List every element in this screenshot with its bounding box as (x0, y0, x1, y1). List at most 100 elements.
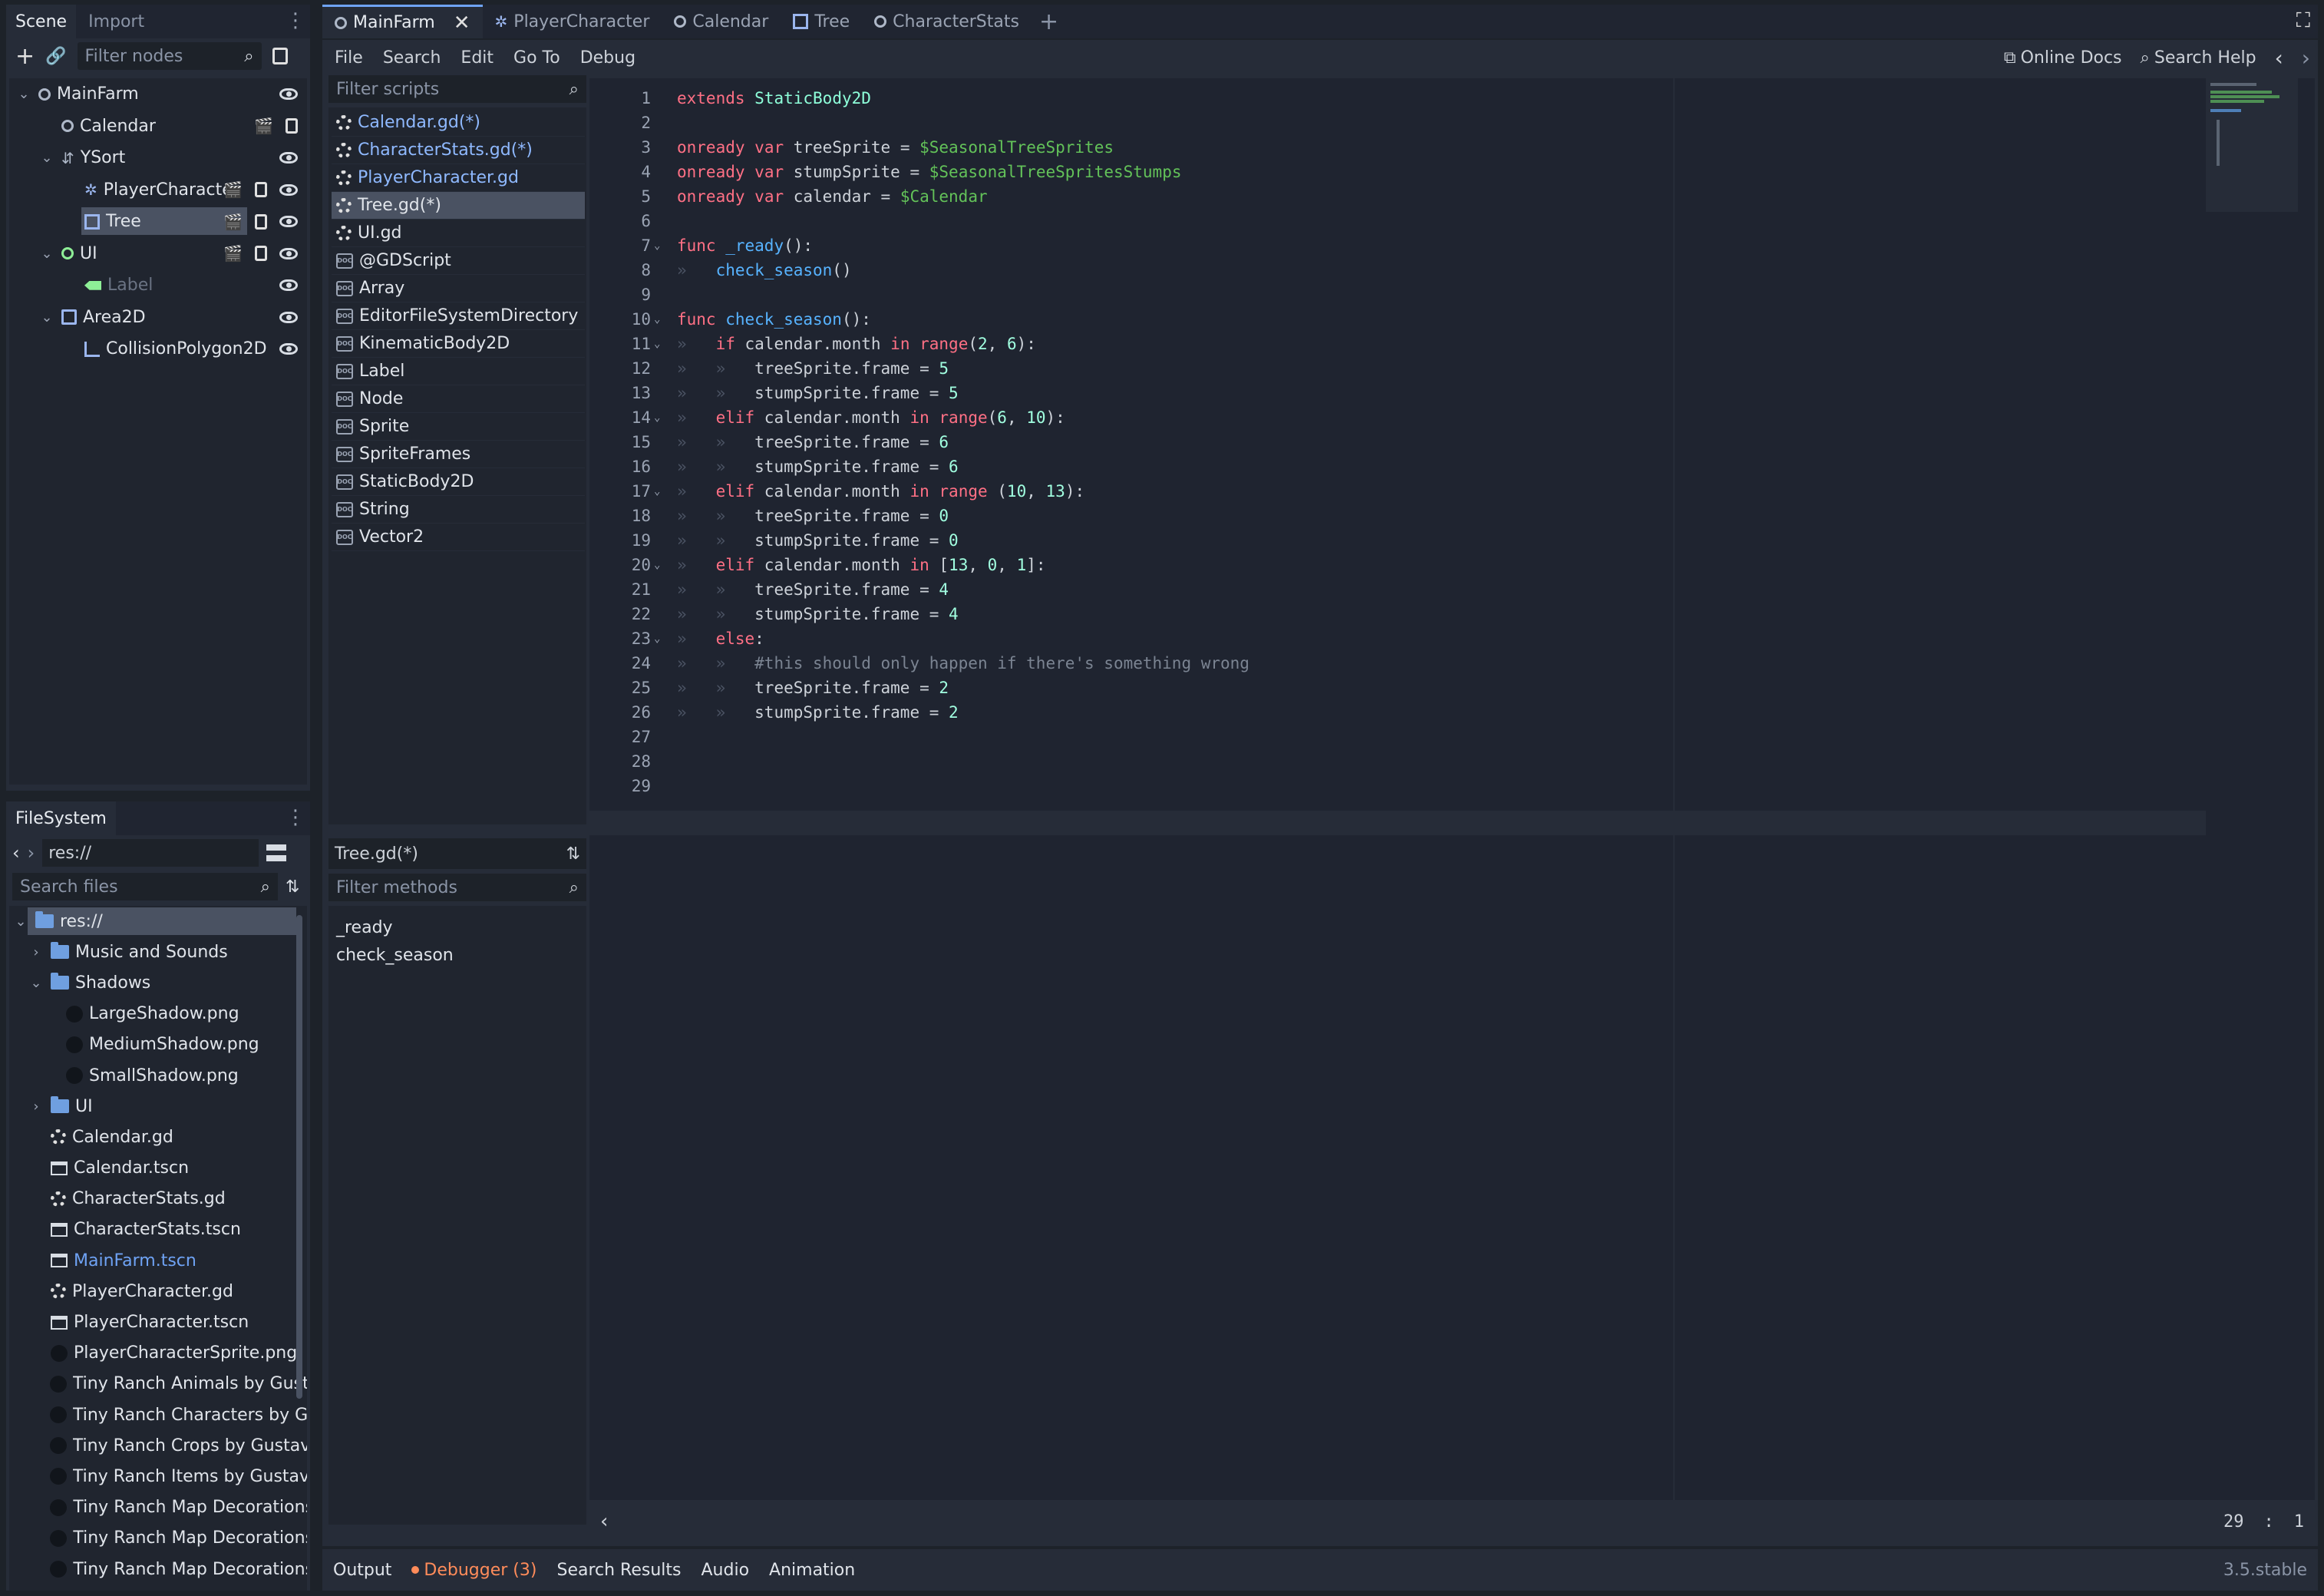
close-icon[interactable]: ✕ (454, 12, 470, 35)
visibility-eye-icon[interactable] (279, 152, 298, 164)
open-scene-icon[interactable]: 🎬 (223, 213, 243, 231)
tab-import[interactable]: Import (76, 5, 157, 38)
open-scene-icon[interactable]: 🎬 (254, 117, 273, 135)
expand-toggle-icon[interactable]: ⌄ (38, 150, 55, 166)
fold-arrow-icon[interactable]: ⌄ (651, 338, 677, 350)
menu-item[interactable]: Go To (513, 48, 560, 68)
open-scene-icon[interactable]: 🎬 (223, 180, 243, 199)
visibility-eye-icon[interactable] (279, 183, 298, 196)
file-tree-row[interactable]: ⌄ Shadows (9, 967, 307, 998)
file-tree-row[interactable]: › UI (9, 1091, 307, 1122)
file-tree-row[interactable]: Tiny Ranch Map Decorations (9, 1554, 307, 1584)
script-list-item[interactable]: DOC SpriteFrames (332, 441, 585, 468)
prev-script-icon[interactable]: ‹ (2275, 45, 2283, 71)
expand-toggle-icon[interactable]: ⌄ (15, 86, 32, 102)
fold-arrow-icon[interactable]: ⌄ (651, 411, 677, 424)
fold-arrow-icon[interactable]: ⌄ (651, 313, 677, 325)
file-tree-row[interactable]: › Music and Sounds (9, 937, 307, 967)
script-list-item[interactable]: DOC StaticBody2D (332, 468, 585, 496)
scene-tree-row[interactable]: ⌄ Area2D (9, 302, 307, 334)
visibility-eye-icon[interactable] (279, 343, 298, 355)
visibility-eye-icon[interactable] (279, 279, 298, 292)
expand-toggle-icon[interactable]: ⌄ (38, 309, 55, 325)
file-tree-row[interactable]: Calendar.tscn (9, 1153, 307, 1184)
file-tree-row[interactable]: ⌄ res:// (9, 906, 307, 937)
bottom-tab[interactable]: Output (333, 1561, 391, 1580)
scene-tree-row[interactable]: Label (9, 269, 307, 302)
open-scene-icon[interactable]: 🎬 (223, 244, 243, 263)
editor-tab[interactable]: MainFarm ✕ (322, 5, 483, 38)
filter-nodes-field[interactable]: Filter nodes ⌕ (77, 42, 262, 70)
file-tree-row[interactable]: PlayerCharacterSprite.png (9, 1338, 307, 1369)
fold-arrow-icon[interactable]: ⌄ (651, 240, 677, 252)
scene-tree-row[interactable]: ✲ PlayerCharacter 🎬 (9, 174, 307, 207)
script-list-item[interactable]: DOC Sprite (332, 413, 585, 441)
script-icon[interactable] (286, 118, 298, 134)
online-docs-button[interactable]: ⧉ Online Docs (2004, 48, 2122, 68)
file-tree-row[interactable]: Tiny Ranch Crops by Gustavo (9, 1430, 307, 1461)
script-list-item[interactable]: DOC KinematicBody2D (332, 330, 585, 358)
method-item[interactable]: check_season (328, 941, 586, 969)
script-list-item[interactable]: DOC EditorFileSystemDirectory (332, 302, 585, 330)
visibility-eye-icon[interactable] (279, 216, 298, 228)
scene-tree-row[interactable]: ⌄ ⇵ YSort (9, 142, 307, 174)
add-node-icon[interactable]: + (15, 43, 35, 70)
scene-tree-row[interactable]: Calendar 🎬 (9, 111, 307, 143)
method-item[interactable]: _ready (328, 914, 586, 941)
scene-tree-row[interactable]: Tree 🎬 (9, 206, 307, 238)
script-list-item[interactable]: DOC Node (332, 385, 585, 413)
script-icon[interactable] (255, 182, 267, 198)
add-tab-icon[interactable]: + (1039, 8, 1058, 35)
script-list-item[interactable]: Calendar.gd(*) (332, 109, 585, 137)
distraction-free-icon[interactable]: ⛶ (2296, 9, 2310, 33)
editor-tab[interactable]: ✲ PlayerCharacter (483, 5, 662, 38)
file-tree-row[interactable]: SmallShadow.png (9, 1060, 307, 1091)
collapse-panel-icon[interactable]: ‹ (600, 1510, 608, 1533)
script-list-item[interactable]: Tree.gd(*) (332, 192, 585, 220)
file-tree-row[interactable]: Tiny Ranch Animals by Gusta (9, 1369, 307, 1399)
menu-item[interactable]: File (335, 48, 363, 68)
filter-scripts-field[interactable]: Filter scripts ⌕ (328, 75, 586, 103)
back-arrow-icon[interactable]: ‹ (12, 842, 20, 864)
split-view-icon[interactable] (266, 844, 287, 861)
fold-arrow-icon[interactable]: ⌄ (651, 485, 677, 497)
expand-toggle-icon[interactable]: › (28, 1099, 45, 1115)
script-list-item[interactable]: DOC Label (332, 358, 585, 385)
dock-menu-icon[interactable]: ⋮ (286, 808, 305, 828)
file-tree-row[interactable]: MediumShadow.png (9, 1029, 307, 1060)
script-list-item[interactable]: UI.gd (332, 220, 585, 247)
sort-methods-icon[interactable]: ⇅ (566, 844, 580, 864)
search-help-button[interactable]: ⌕ Search Help (2141, 48, 2256, 68)
editor-tab[interactable]: CharacterStats (862, 5, 1032, 38)
script-list-item[interactable]: DOC @GDScript (332, 247, 585, 275)
script-icon[interactable] (255, 246, 267, 262)
file-tree-row[interactable]: Tiny Ranch Items by Gustavo (9, 1461, 307, 1492)
fold-arrow-icon[interactable]: ⌄ (651, 559, 677, 571)
script-list-item[interactable]: DOC Array (332, 275, 585, 302)
tab-scene[interactable]: Scene (6, 5, 77, 38)
dock-menu-icon[interactable]: ⋮ (286, 11, 305, 31)
scene-tree-row[interactable]: ⌄ UI 🎬 (9, 238, 307, 270)
script-list-item[interactable]: DOC Vector2 (332, 524, 585, 551)
code-editor[interactable]: 1 extends StaticBody2D 2 3 onready var treeS… (589, 78, 2315, 1543)
fold-arrow-icon[interactable]: ⌄ (651, 633, 677, 645)
sort-icon[interactable]: ⇅ (286, 877, 299, 897)
script-list-item[interactable]: CharacterStats.gd(*) (332, 137, 585, 164)
path-field[interactable]: res:// (42, 839, 259, 867)
file-tree-row[interactable]: PlayerCharacter.tscn (9, 1307, 307, 1337)
next-script-icon[interactable]: › (2302, 45, 2310, 71)
expand-toggle-icon[interactable]: ⌄ (12, 914, 29, 930)
editor-tab[interactable]: Tree (781, 5, 862, 38)
visibility-eye-icon[interactable] (279, 311, 298, 323)
menu-item[interactable]: Debug (580, 48, 635, 68)
scene-tree-row[interactable]: ⌄ MainFarm (9, 78, 307, 111)
minimap[interactable] (2206, 78, 2298, 212)
script-icon[interactable] (272, 48, 288, 64)
bottom-tab[interactable]: Debugger (3) (411, 1561, 536, 1580)
visibility-eye-icon[interactable] (279, 247, 298, 259)
forward-arrow-icon[interactable]: › (28, 842, 35, 864)
visibility-eye-icon[interactable] (279, 88, 298, 101)
script-icon[interactable] (255, 213, 267, 230)
file-tree-row[interactable]: Tiny Ranch Map Decorations (9, 1492, 307, 1523)
menu-item[interactable]: Edit (461, 48, 494, 68)
